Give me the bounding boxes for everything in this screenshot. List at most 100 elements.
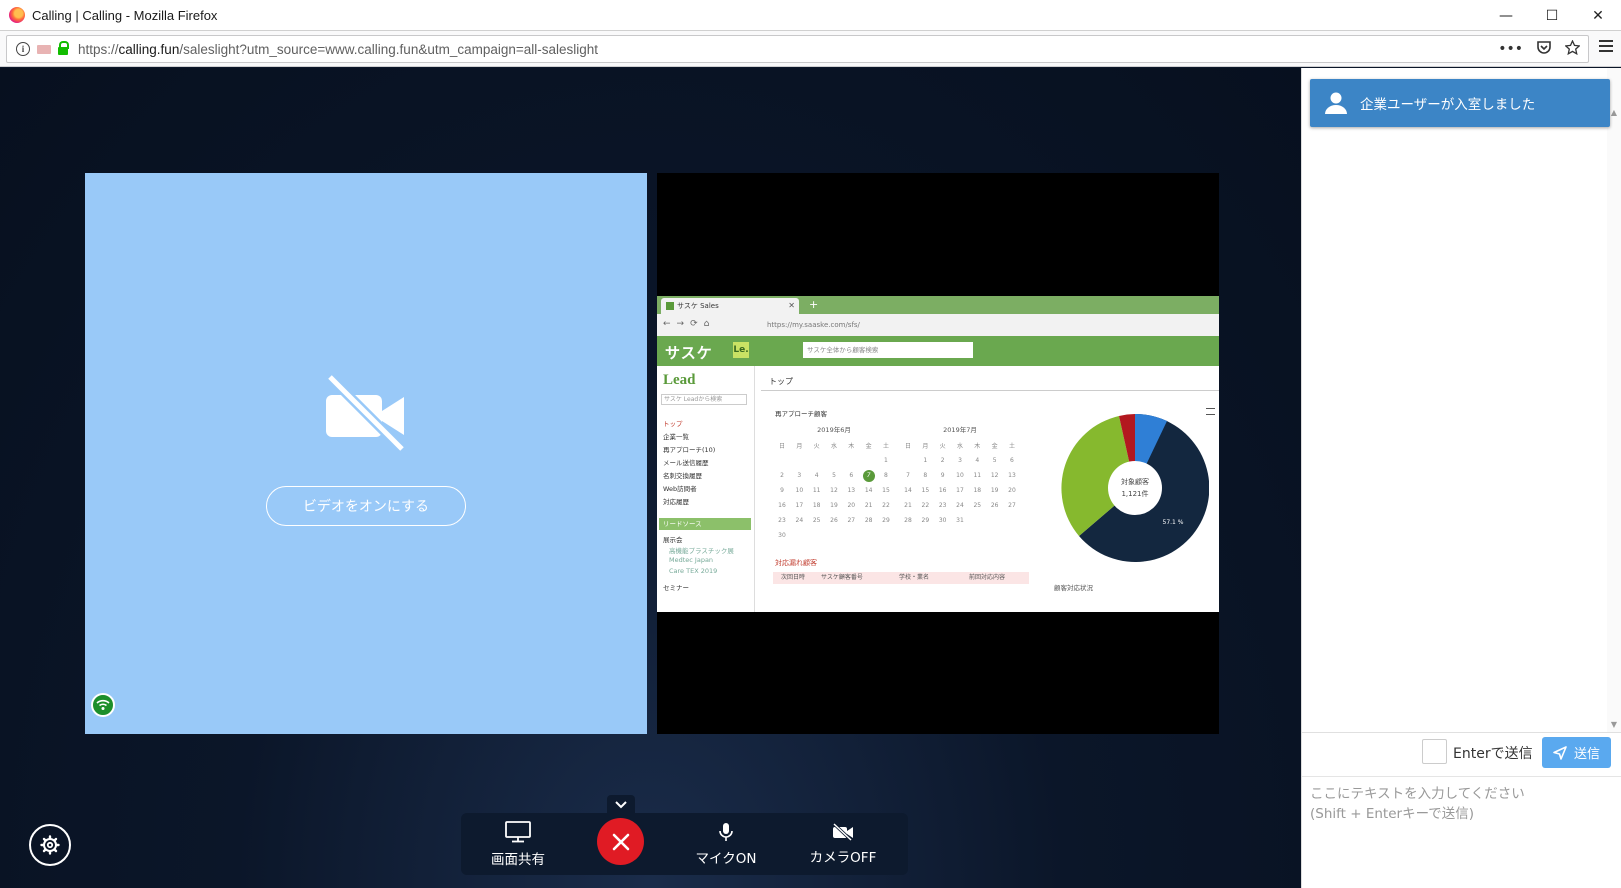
- send-button[interactable]: 送信: [1542, 737, 1611, 768]
- weekday: 月: [796, 443, 803, 450]
- shared-calendar-july: 2019年7月 日 月 火 水 木 金 土 123456 7 8 9 10 11 12 13…: [901, 424, 1019, 528]
- calendar-july-title: 2019年7月: [943, 426, 977, 434]
- shared-side-subitem: セミナー: [663, 584, 689, 592]
- shared-side-item: 対応履歴: [663, 498, 689, 506]
- lock-icon[interactable]: [58, 41, 69, 55]
- weekday: 木: [974, 443, 981, 450]
- calendar-week: 123456: [923, 457, 1014, 464]
- shared-pie-chart: 対象顧客 1,121件 57.1 %: [1061, 414, 1209, 562]
- weekday: 月: [922, 443, 929, 450]
- shared-th: 前回対応内容: [969, 574, 1006, 581]
- camera-blocked-icon[interactable]: [37, 44, 51, 54]
- microphone-icon: [719, 822, 733, 841]
- collapse-controls-button[interactable]: [607, 795, 635, 815]
- url-domain: calling.fun: [118, 41, 180, 57]
- gear-icon: [40, 835, 60, 855]
- pie-center-value: 1,121件: [1121, 489, 1148, 498]
- shared-section-title: 再アプローチ顧客: [775, 410, 827, 418]
- chevron-down-icon: [615, 801, 627, 809]
- turn-on-video-button[interactable]: ビデオをオンにする: [266, 486, 466, 526]
- shared-tab-title: サスケ Sales: [677, 302, 719, 310]
- address-bar[interactable]: i https://calling.fun/saleslight?utm_sou…: [6, 35, 1589, 63]
- calendar-weekdays: 日 月 火 水 木 金 土: [901, 438, 1019, 453]
- calendar-week: 9 10 11 12 13 14 15: [780, 487, 890, 494]
- shared-side-search: サスケ Leadから検索: [661, 394, 747, 405]
- user-icon: [1325, 92, 1347, 114]
- weekday: 金: [865, 443, 872, 450]
- call-controls: 画面共有 マイクON カメラOFF: [461, 813, 908, 875]
- calendar-week: 14 15 16 17 18 19 20: [904, 487, 1016, 494]
- calendar-weekdays: 日 月 火 水 木 金 土: [775, 438, 893, 453]
- shared-side-section: リードソース: [659, 518, 751, 530]
- close-icon: [612, 833, 629, 850]
- weekday: 水: [956, 443, 963, 450]
- weekday: 日: [904, 443, 911, 450]
- pie-center-label: 対象顧客: [1121, 477, 1149, 486]
- enter-to-send-label: Enterで送信: [1453, 746, 1533, 762]
- weekday: 水: [830, 443, 837, 450]
- chat-divider: [1302, 732, 1621, 733]
- shared-side-item: 名刺交換履歴: [663, 472, 702, 480]
- url-rest: /saleslight?utm_source=www.calling.fun&u…: [179, 41, 599, 57]
- weekday: 金: [991, 443, 998, 450]
- shared-search: サスケ全体から顧客検索: [803, 342, 973, 358]
- calendar-week: 30: [778, 532, 786, 539]
- shared-side-subitem: Care TEX 2019: [669, 567, 718, 575]
- maximize-button[interactable]: ☐: [1529, 0, 1575, 31]
- calendar-week: 28 29 30 31: [904, 517, 964, 524]
- shared-calendar-june: 2019年6月 日 月 火 水 木 金 土 1 2345678 9 10 11 12 1…: [775, 424, 893, 543]
- shared-table: 次回日時 サスケ顧客番号 学校・業名 前回対応内容: [773, 572, 1029, 612]
- shared-screen-content: サスケ Sales ✕ + ←→⟳⌂ https://my.saaske.com/…: [657, 296, 1219, 612]
- local-video-tile: ビデオをオンにする: [85, 173, 647, 734]
- calendar-week: 1: [884, 457, 888, 464]
- pie-label-large: 57.1 %: [1163, 519, 1184, 526]
- microphone-button[interactable]: マイクON: [683, 813, 769, 875]
- shared-nav-arrows-icon: ←→⟳⌂: [663, 319, 716, 329]
- minimize-button[interactable]: —: [1483, 0, 1529, 31]
- camera-button[interactable]: カメラOFF: [794, 813, 892, 875]
- menu-icon[interactable]: [1599, 40, 1613, 52]
- shared-brand-badge: Le.: [733, 342, 749, 358]
- weekday: 日: [778, 443, 785, 450]
- shared-navbar: ←→⟳⌂ https://my.saaske.com/sfs/: [657, 314, 1219, 336]
- shared-side-item: Web訪問者: [663, 485, 697, 493]
- shared-side-item: メール送信履歴: [663, 459, 709, 467]
- camera-off-icon: [326, 373, 406, 453]
- chat-scrollbar[interactable]: ▲ ▼: [1607, 68, 1621, 732]
- shared-brand: サスケ: [665, 344, 713, 362]
- shared-divider: [761, 390, 1219, 391]
- bookmark-star-icon[interactable]: [1564, 38, 1581, 59]
- settings-button[interactable]: [29, 824, 71, 866]
- monitor-icon: [505, 820, 531, 842]
- shared-legend-label: 顧客対応状況: [1054, 584, 1093, 592]
- chat-input-divider: [1302, 776, 1621, 777]
- shared-th: 学校・業名: [899, 574, 930, 581]
- window-controls: — ☐ ✕: [1483, 0, 1621, 31]
- share-screen-button[interactable]: 画面共有: [477, 813, 559, 875]
- more-icon[interactable]: •••: [1498, 41, 1523, 57]
- weekday: 土: [1008, 443, 1015, 450]
- send-label: 送信: [1573, 747, 1600, 762]
- shared-side-subitem: Medtec Japan: [669, 556, 714, 564]
- pocket-icon[interactable]: [1537, 40, 1551, 58]
- chat-message-input[interactable]: ここにテキストを入力してください (Shift + Enterキーで送信): [1310, 784, 1610, 874]
- calendar-week: 21 22 23 24 25 26 27: [904, 502, 1016, 509]
- hang-up-button[interactable]: [597, 818, 644, 865]
- info-icon[interactable]: i: [16, 42, 30, 56]
- weekday: 火: [813, 443, 820, 450]
- shared-side-subitem: 展示会: [663, 536, 683, 544]
- connection-signal-icon: [91, 693, 115, 717]
- enter-to-send-checkbox[interactable]: [1422, 739, 1447, 764]
- shared-new-tab-icon: +: [809, 298, 819, 311]
- toast-message: 企業ユーザーが入室しました: [1360, 97, 1536, 113]
- camera-label: カメラOFF: [809, 849, 877, 866]
- url-text[interactable]: https://calling.fun/saleslight?utm_sourc…: [78, 42, 598, 57]
- browser-navbar: i https://calling.fun/saleslight?utm_sou…: [0, 31, 1621, 67]
- window-titlebar: Calling | Calling - Mozilla Firefox — ☐ …: [0, 0, 1621, 31]
- join-notification-toast: 企業ユーザーが入室しました: [1310, 79, 1610, 127]
- close-window-button[interactable]: ✕: [1575, 0, 1621, 31]
- shared-page-title: トップ: [769, 377, 793, 386]
- shared-side-item: トップ: [663, 420, 683, 428]
- scroll-down-icon[interactable]: ▼: [1607, 718, 1621, 732]
- calendar-week: 7 8 9 10 11 12 13: [906, 472, 1016, 479]
